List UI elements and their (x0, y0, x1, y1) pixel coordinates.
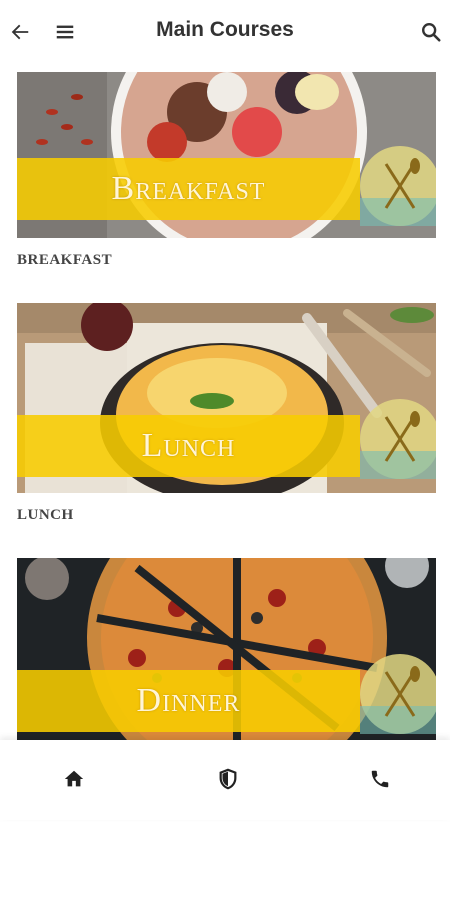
page-title: Main Courses (156, 18, 294, 41)
category-card-lunch[interactable]: Lunch LUNCH (17, 303, 436, 524)
shield-icon (219, 768, 237, 790)
home-icon (64, 770, 84, 787)
dinner-banner: Dinner (17, 670, 360, 732)
category-card-dinner[interactable]: Dinner (17, 558, 436, 740)
fork-spoon-icon (360, 146, 436, 226)
breakfast-banner-text: Breakfast (111, 170, 266, 207)
lunch-banner: Lunch (17, 415, 360, 477)
fork-spoon-icon (360, 654, 436, 734)
nav-home-button[interactable] (61, 766, 87, 792)
breakfast-image[interactable]: Breakfast (17, 72, 436, 238)
lunch-label: LUNCH (17, 507, 74, 523)
breakfast-label: BREAKFAST (17, 252, 113, 268)
fork-spoon-icon (360, 399, 436, 479)
breakfast-banner: Breakfast (17, 158, 360, 220)
nav-shield-button[interactable] (215, 766, 241, 792)
category-card-breakfast[interactable]: Breakfast BREAKFAST (17, 72, 436, 269)
search-button[interactable] (417, 18, 445, 46)
dinner-banner-text: Dinner (136, 682, 241, 719)
category-list: Breakfast BREAKFAST Lunch LUNCH Dinner (0, 66, 450, 740)
phone-icon (371, 770, 389, 788)
bottom-navigation (0, 740, 450, 820)
dinner-image[interactable]: Dinner (17, 558, 436, 740)
search-icon (422, 23, 441, 42)
lunch-banner-text: Lunch (141, 427, 236, 464)
lunch-image[interactable]: Lunch (17, 303, 436, 493)
nav-phone-button[interactable] (367, 766, 393, 792)
app-header: Main Courses (0, 0, 450, 66)
